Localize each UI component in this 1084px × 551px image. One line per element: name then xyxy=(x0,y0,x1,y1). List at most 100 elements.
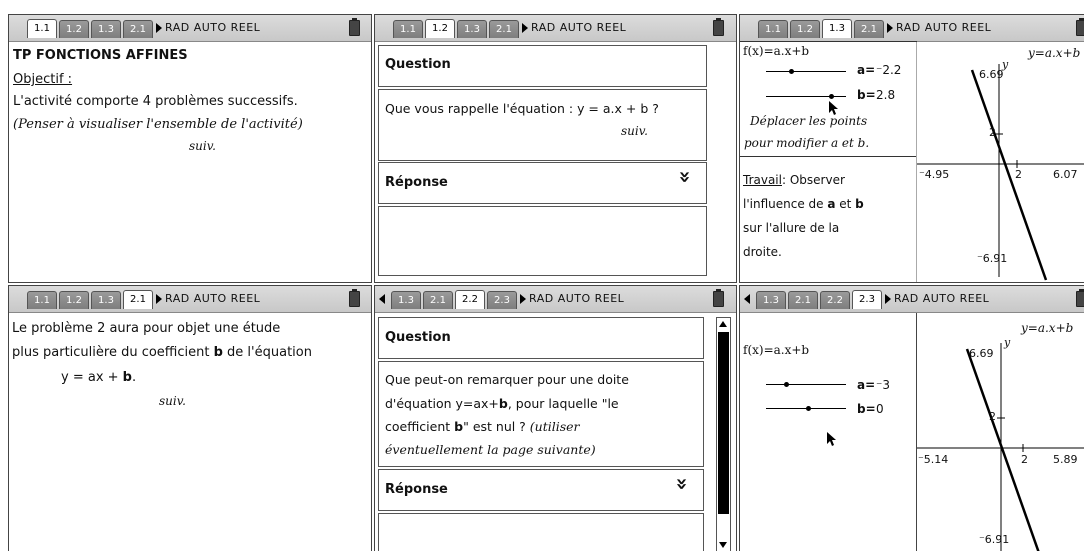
question-label: Question xyxy=(385,57,451,72)
tab-2-2[interactable]: 2.2 xyxy=(455,290,485,309)
x-tick-label: 2 xyxy=(1021,453,1028,466)
reponse-header[interactable]: Réponse » xyxy=(378,162,707,204)
question-text: coefficient b" est nul ? (utiliser xyxy=(385,419,580,434)
status-text: RAD AUTO REEL xyxy=(165,21,261,34)
battery-icon xyxy=(349,18,360,36)
sliders-panel: f(x)=a.x+b a= ⁻3 b= 0 xyxy=(740,313,917,551)
scroll-up-icon[interactable] xyxy=(719,321,727,327)
graph-equation: y=a.x+b xyxy=(1028,46,1081,60)
tab-1-3[interactable]: 1.3 xyxy=(756,291,786,309)
text-part: coefficient xyxy=(385,419,455,434)
reponse-label: Réponse xyxy=(385,482,448,497)
travail-label: Travail xyxy=(743,173,782,187)
reponse-label: Réponse xyxy=(385,175,448,190)
x-max-label: 5.89 xyxy=(1053,453,1078,466)
tab-1-1[interactable]: 1.1 xyxy=(393,20,423,38)
scrollbar-thumb[interactable] xyxy=(718,332,729,514)
tab-2-3[interactable]: 2.3 xyxy=(487,291,517,309)
reponse-header[interactable]: Réponse » xyxy=(378,469,704,511)
tab-2-1[interactable]: 2.1 xyxy=(123,20,153,38)
tab-1-1[interactable]: 1.1 xyxy=(27,19,57,38)
question-header: Question xyxy=(378,317,704,359)
question-label: Question xyxy=(385,330,451,345)
notes-area[interactable]: Le problème 2 aura pour objet une étude … xyxy=(9,313,371,551)
status-text: RAD AUTO REEL xyxy=(165,292,261,305)
reponse-field[interactable] xyxy=(378,206,707,276)
tab-2-1[interactable]: 2.1 xyxy=(423,291,453,309)
mouse-cursor-icon xyxy=(827,432,836,446)
battery-icon xyxy=(1076,18,1084,36)
slider-a-track[interactable] xyxy=(766,384,846,385)
tab-1-2[interactable]: 1.2 xyxy=(59,291,89,309)
y-tick-label: 2 xyxy=(989,126,996,139)
graph-area[interactable]: y=a.x+b y 6.69 2 ⁻5.14 2 5.89 ⁻6.91 xyxy=(917,313,1084,551)
question-body: Que peut-on remarquer pour une doite d'é… xyxy=(378,361,704,467)
tab-1-2[interactable]: 1.2 xyxy=(790,20,820,38)
tab-scroll-right-icon[interactable] xyxy=(885,294,891,304)
tab-2-1[interactable]: 2.1 xyxy=(123,290,153,309)
slider-b-handle[interactable] xyxy=(829,94,834,99)
tab-1-3[interactable]: 1.3 xyxy=(91,291,121,309)
tab-1-2[interactable]: 1.2 xyxy=(425,19,455,38)
tab-2-1[interactable]: 2.1 xyxy=(788,291,818,309)
graph-area[interactable]: y=a.x+b y 6.69 2 ⁻4.95 2 6.07 ⁻6.91 xyxy=(916,42,1084,282)
graph-svg xyxy=(917,343,1084,551)
instruction-line: Travail: Observer xyxy=(743,173,845,187)
x-min-label: ⁻5.14 xyxy=(918,453,949,466)
tab-1-3[interactable]: 1.3 xyxy=(391,291,421,309)
slider-a-track[interactable] xyxy=(766,71,846,72)
tab-scroll-right-icon[interactable] xyxy=(520,294,526,304)
tab-2-1[interactable]: 2.1 xyxy=(489,20,519,38)
tab-1-3[interactable]: 1.3 xyxy=(457,20,487,38)
tab-bar: 1.1 1.2 1.3 2.1 RAD AUTO REEL xyxy=(9,286,371,313)
y-min-label: ⁻6.91 xyxy=(977,252,1008,265)
text-line: Le problème 2 aura pour objet une étude xyxy=(12,321,281,336)
tab-scroll-right-icon[interactable] xyxy=(522,23,528,33)
tab-2-3[interactable]: 2.3 xyxy=(852,290,882,309)
tab-scroll-left-icon[interactable] xyxy=(744,294,750,304)
y-min-label: ⁻6.91 xyxy=(979,533,1010,546)
function-label: f(x)=a.x+b xyxy=(743,44,810,58)
pane-2-3: 1.3 2.1 2.2 2.3 RAD AUTO REEL f(x)=a.x+b… xyxy=(739,285,1084,551)
status-text: RAD AUTO REEL xyxy=(896,21,992,34)
slider-b-track[interactable] xyxy=(766,96,846,97)
slider-b-handle[interactable] xyxy=(806,406,811,411)
tab-2-2[interactable]: 2.2 xyxy=(820,291,850,309)
scrollbar[interactable] xyxy=(716,317,731,551)
battery-icon xyxy=(713,18,724,36)
slider-a-handle[interactable] xyxy=(784,382,789,387)
scroll-down-icon[interactable] xyxy=(719,542,727,548)
collapse-chevron-icon[interactable]: » xyxy=(673,171,697,184)
pane-1-3: 1.1 1.2 1.3 2.1 RAD AUTO REEL f(x)=a.x+b… xyxy=(739,14,1084,283)
slider-a-handle[interactable] xyxy=(789,69,794,74)
tab-scroll-right-icon[interactable] xyxy=(156,294,162,304)
pane-2-1: 1.1 1.2 1.3 2.1 RAD AUTO REEL Le problèm… xyxy=(8,285,372,551)
text-part-b: b xyxy=(454,419,464,434)
tab-1-2[interactable]: 1.2 xyxy=(59,20,89,38)
text-part: l'influence de xyxy=(743,197,828,211)
text-line: plus particulière du coefficient b de l'… xyxy=(12,345,312,360)
tab-scroll-left-icon[interactable] xyxy=(379,294,385,304)
graph-equation: y=a.x+b xyxy=(1021,321,1074,335)
tab-1-3[interactable]: 1.3 xyxy=(91,20,121,38)
question-text: Que vous rappelle l'équation : y = a.x +… xyxy=(385,101,659,116)
tab-bar: 1.1 1.2 1.3 2.1 RAD AUTO REEL xyxy=(375,15,736,42)
text-part: " est nul ? xyxy=(463,419,530,434)
tab-1-3[interactable]: 1.3 xyxy=(822,19,852,38)
text-part: y = ax + xyxy=(61,370,123,385)
tab-1-1[interactable]: 1.1 xyxy=(758,20,788,38)
reponse-field[interactable] xyxy=(378,513,704,551)
text-part: . xyxy=(131,370,137,385)
y-max-label: 6.69 xyxy=(979,68,1004,81)
tab-scroll-right-icon[interactable] xyxy=(887,23,893,33)
suiv-link[interactable]: suiv. xyxy=(159,394,186,408)
collapse-chevron-icon[interactable]: » xyxy=(670,478,694,491)
tab-bar: 1.3 2.1 2.2 2.3 RAD AUTO REEL xyxy=(375,286,736,313)
suiv-link[interactable]: suiv. xyxy=(189,139,216,153)
suiv-link[interactable]: suiv. xyxy=(621,124,648,138)
page-title: TP FONCTIONS AFFINES xyxy=(13,48,188,63)
y-max-label: 6.69 xyxy=(969,347,994,360)
tab-1-1[interactable]: 1.1 xyxy=(27,291,57,309)
tab-scroll-right-icon[interactable] xyxy=(156,23,162,33)
tab-2-1[interactable]: 2.1 xyxy=(854,20,884,38)
